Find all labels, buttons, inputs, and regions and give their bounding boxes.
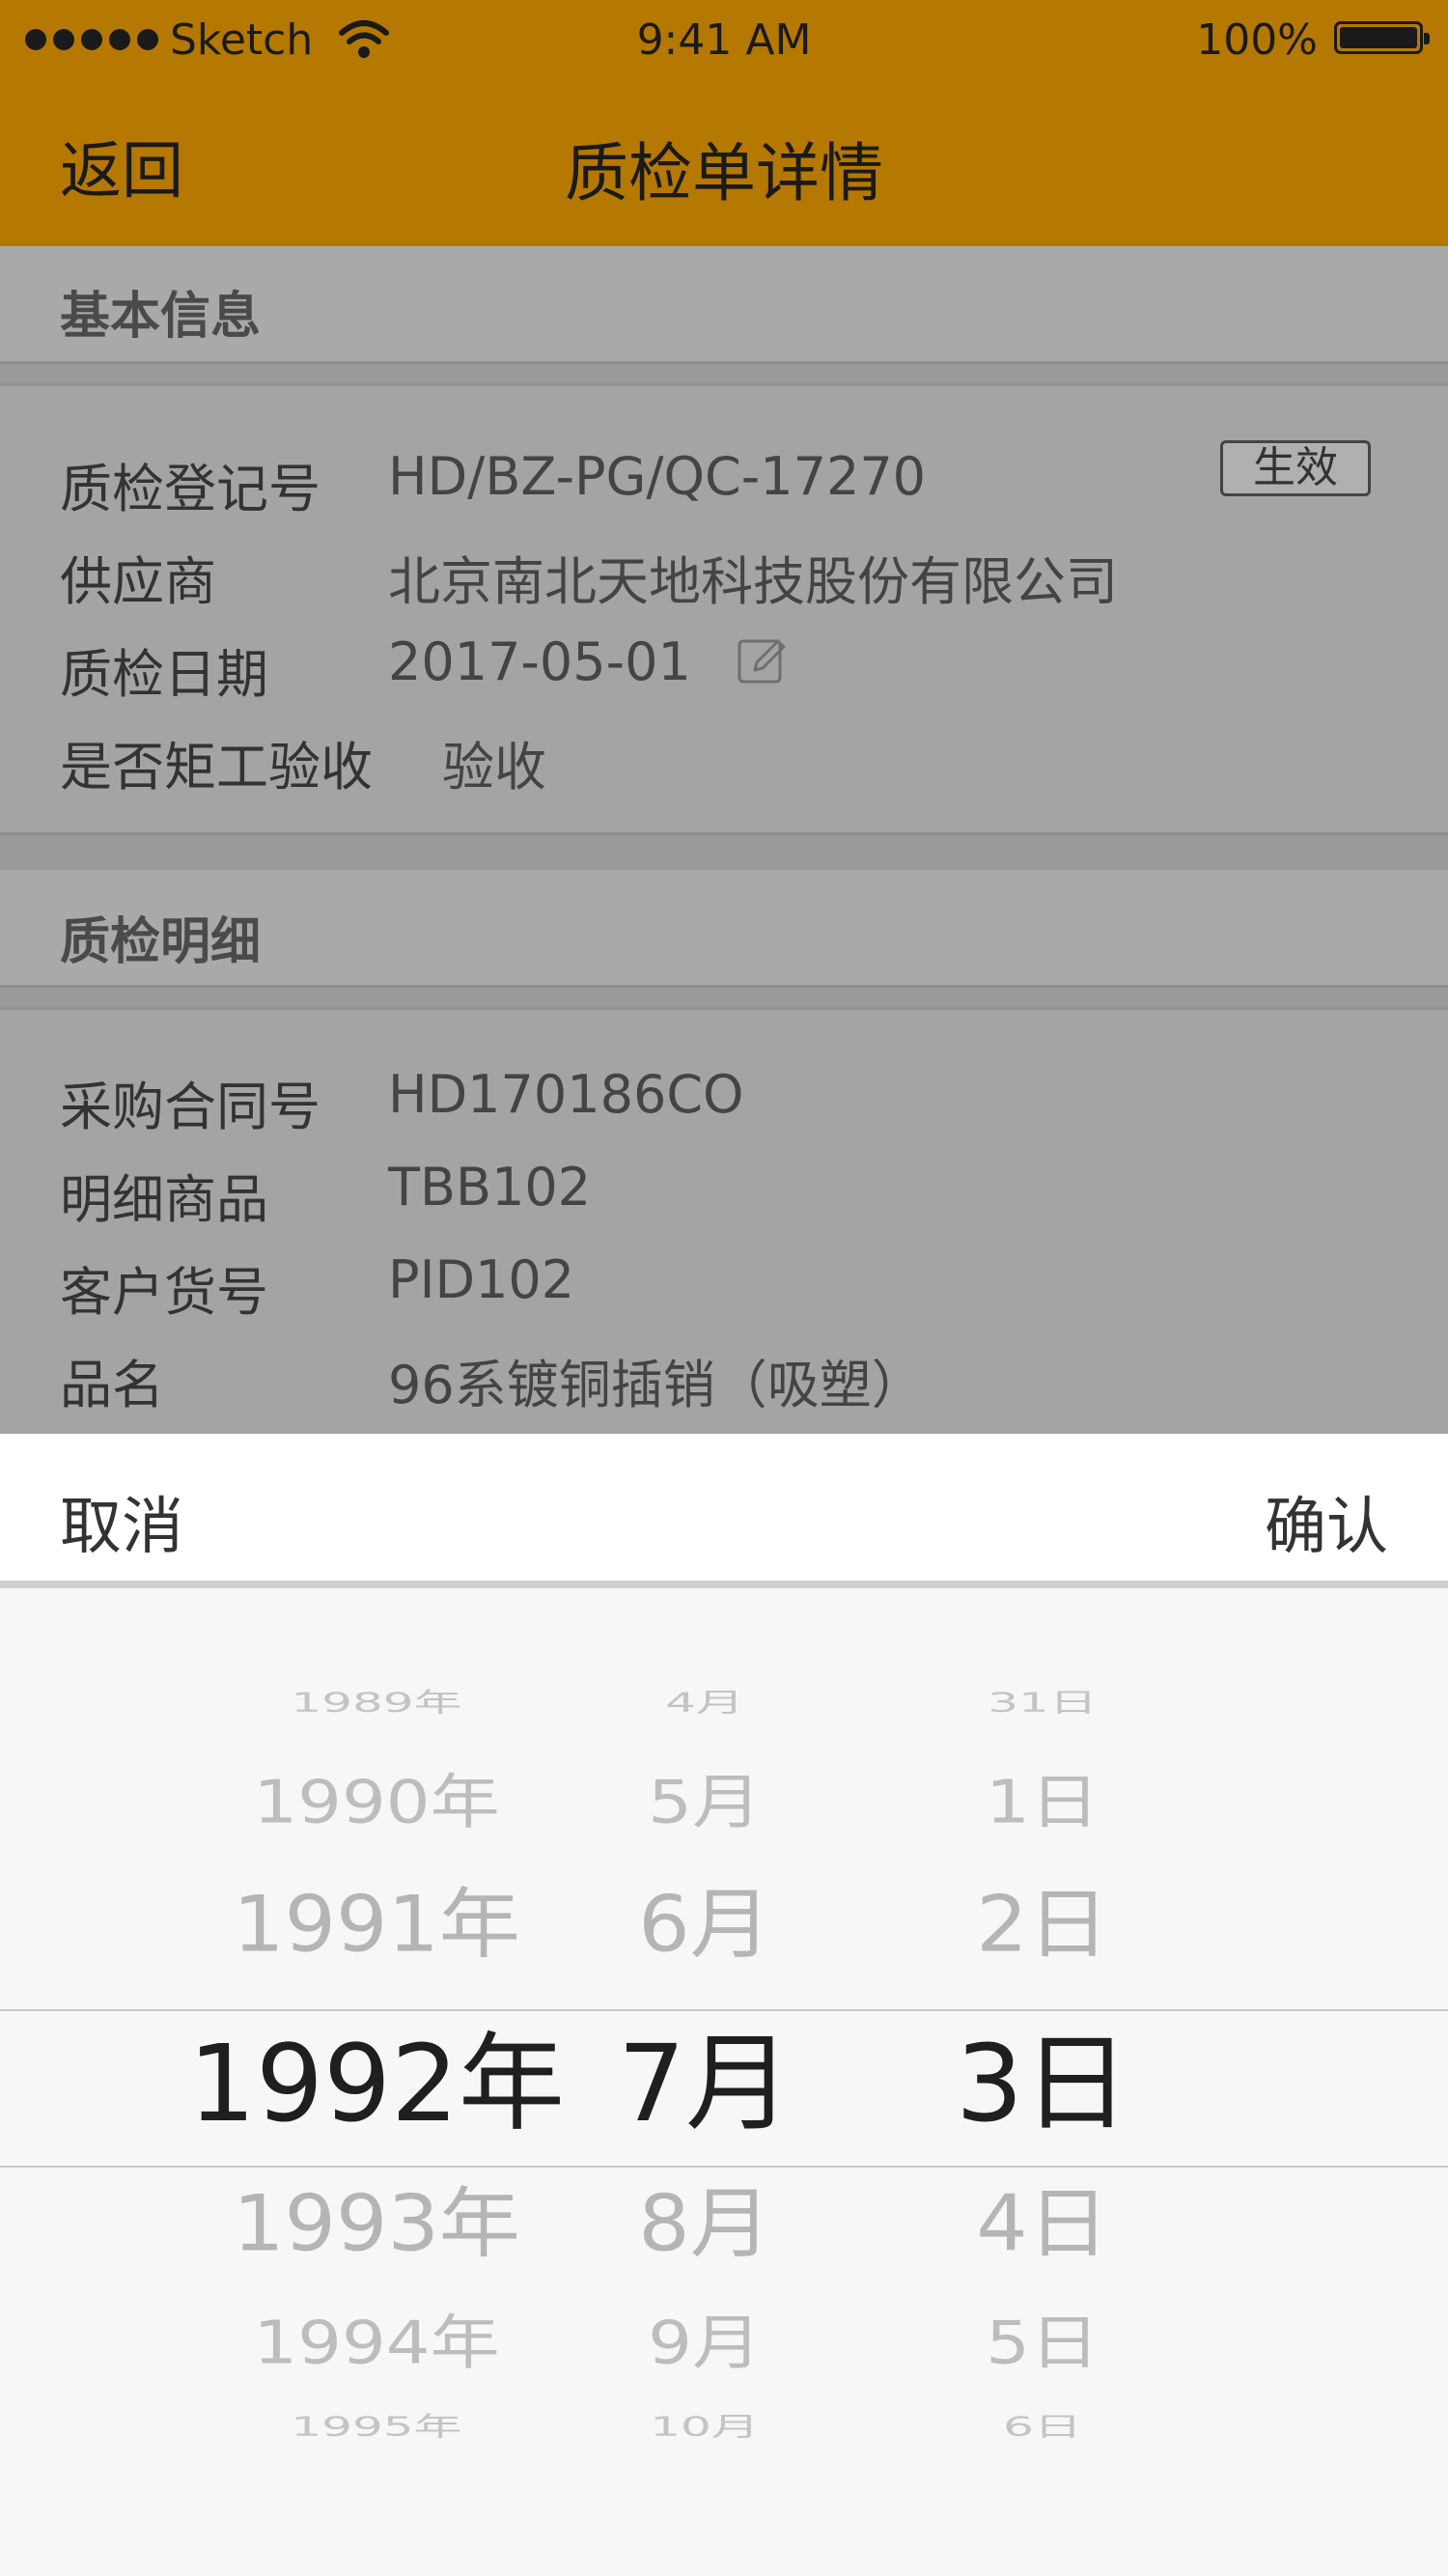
- supplier-label: 供应商: [60, 551, 216, 612]
- year-option[interactable]: 1994年: [174, 2307, 579, 2377]
- day-option[interactable]: 4日: [927, 2178, 1158, 2271]
- acceptance-label: 是否矩工验收: [60, 737, 373, 798]
- status-badge: 生效: [1220, 440, 1371, 496]
- year-option[interactable]: 1995年: [174, 2411, 579, 2443]
- customer-no-label: 客户货号: [60, 1262, 268, 1323]
- day-option-selected[interactable]: 3日: [927, 2020, 1158, 2147]
- day-option[interactable]: 2日: [927, 1879, 1158, 1972]
- month-wheel[interactable]: 4月 5月 6月 7月 8月 9月 10月: [579, 1588, 830, 2576]
- contract-row: 采购合同号 HD170186CO: [60, 1064, 1388, 1141]
- year-option[interactable]: 1990年: [174, 1766, 579, 1836]
- day-option[interactable]: 6日: [927, 2411, 1158, 2443]
- month-option[interactable]: 5月: [579, 1766, 830, 1836]
- battery-icon: [1334, 21, 1430, 54]
- section-gap: [0, 364, 1448, 383]
- inspection-date-row: 质检日期 2017-05-01: [60, 631, 1388, 709]
- item-row: 明细商品 TBB102: [60, 1157, 1388, 1234]
- inspection-no-row: 质检登记号 HD/BZ-PG/QC-17270 生效: [60, 440, 1388, 523]
- product-name-label: 品名: [60, 1355, 164, 1415]
- day-option[interactable]: 5日: [927, 2307, 1158, 2377]
- product-name-value: 96系镀铜插销（吸塑）: [388, 1355, 924, 1415]
- contract-value: HD170186CO: [388, 1064, 744, 1125]
- item-value: TBB102: [388, 1157, 592, 1218]
- screen: Sketch 9:41 AM 100% 返回 质检单详情 基本信息 质检登记号 …: [0, 0, 1448, 2576]
- year-option[interactable]: 1991年: [174, 1879, 579, 1972]
- supplier-row: 供应商 北京南北天地科技股份有限公司: [60, 539, 1388, 616]
- battery-percent: 100%: [1196, 15, 1318, 65]
- day-wheel[interactable]: 31日 1日 2日 3日 4日 5日 6日: [927, 1588, 1158, 2576]
- acceptance-row: 是否矩工验收 验收: [60, 724, 1388, 801]
- basic-info-section: 质检登记号 HD/BZ-PG/QC-17270 生效 供应商 北京南北天地科技股…: [0, 383, 1448, 835]
- supplier-value: 北京南北天地科技股份有限公司: [388, 551, 1118, 612]
- inspection-date-value: 2017-05-01: [388, 631, 691, 692]
- month-option-selected[interactable]: 7月: [579, 2020, 830, 2147]
- inspection-no-label: 质检登记号: [60, 459, 320, 519]
- inspection-no-value: HD/BZ-PG/QC-17270: [388, 446, 927, 507]
- month-option[interactable]: 9月: [579, 2307, 830, 2377]
- top-bar: Sketch 9:41 AM 100% 返回 质检单详情: [0, 0, 1448, 246]
- item-label: 明细商品: [60, 1169, 268, 1230]
- year-option-selected[interactable]: 1992年: [174, 2020, 579, 2147]
- details-title: 质检明细: [60, 913, 262, 971]
- page-title: 质检单详情: [565, 136, 883, 210]
- month-option[interactable]: 4月: [579, 1687, 830, 1719]
- month-option[interactable]: 8月: [579, 2178, 830, 2271]
- month-option[interactable]: 10月: [579, 2411, 830, 2443]
- year-wheel[interactable]: 1989年 1990年 1991年 1992年 1993年 1994年 1995…: [174, 1588, 579, 2576]
- confirm-button[interactable]: 确认: [1265, 1477, 1388, 1566]
- date-picker[interactable]: 1989年 1990年 1991年 1992年 1993年 1994年 1995…: [0, 1588, 1448, 2576]
- edit-icon[interactable]: [736, 633, 790, 687]
- details-section: 采购合同号 HD170186CO 明细商品 TBB102 客户货号 PID102…: [0, 1007, 1448, 1434]
- picker-toolbar: 取消 确认: [0, 1434, 1448, 1588]
- details-header: 质检明细: [0, 870, 1448, 988]
- month-option[interactable]: 6月: [579, 1879, 830, 1972]
- basic-info-title: 基本信息: [60, 288, 262, 346]
- year-option[interactable]: 1993年: [174, 2178, 579, 2271]
- customer-no-value: PID102: [388, 1249, 575, 1310]
- product-name-row: 品名 96系镀铜插销（吸塑）: [60, 1342, 1388, 1419]
- contract-label: 采购合同号: [60, 1077, 320, 1137]
- section-gap: [0, 835, 1448, 870]
- acceptance-value: 验收: [442, 737, 546, 798]
- day-option[interactable]: 1日: [927, 1766, 1158, 1836]
- page-content: 基本信息 质检登记号 HD/BZ-PG/QC-17270 生效 供应商 北京南北…: [0, 246, 1448, 1434]
- inspection-date-label: 质检日期: [60, 644, 268, 705]
- customer-no-row: 客户货号 PID102: [60, 1249, 1388, 1327]
- navigation-bar: 返回 质检单详情: [0, 83, 1448, 246]
- day-option[interactable]: 31日: [927, 1687, 1158, 1719]
- year-option[interactable]: 1989年: [174, 1687, 579, 1719]
- status-bar: Sketch 9:41 AM 100%: [0, 0, 1448, 83]
- section-gap: [0, 988, 1448, 1007]
- basic-info-header: 基本信息: [0, 246, 1448, 364]
- cancel-button[interactable]: 取消: [60, 1477, 183, 1566]
